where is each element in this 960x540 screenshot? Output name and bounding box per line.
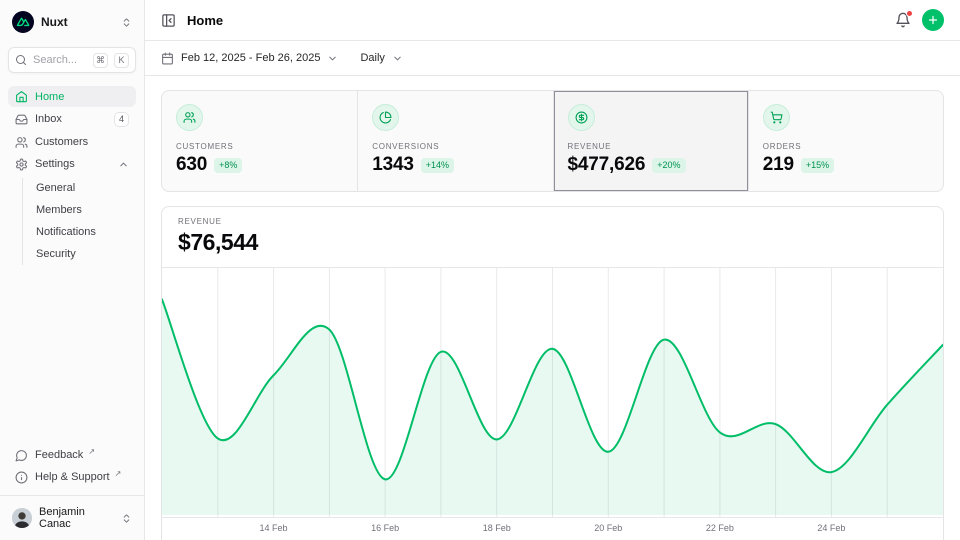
interval-value: Daily: [360, 52, 384, 64]
chevron-up-icon: [118, 159, 129, 170]
stat-delta-badge: +14%: [421, 158, 454, 173]
date-range-picker[interactable]: Feb 12, 2025 - Feb 26, 2025: [161, 52, 338, 65]
sidebar-spacer: [8, 265, 136, 444]
stat-label: ORDERS: [763, 142, 929, 151]
settings-subnav: General Members Notifications Security: [22, 178, 136, 265]
chart-x-axis: 14 Feb 16 Feb 18 Feb 20 Feb 22 Feb 24 Feb: [162, 517, 943, 540]
chart-metric-label: REVENUE: [178, 217, 927, 226]
stat-value: $477,626: [568, 154, 646, 176]
sidebar-subitem-label: General: [36, 182, 75, 194]
user-menu[interactable]: Benjamin Canac: [8, 503, 136, 532]
x-axis-label: 18 Feb: [483, 523, 511, 533]
filter-bar: Feb 12, 2025 - Feb 26, 2025 Daily: [145, 41, 960, 76]
date-range-value: Feb 12, 2025 - Feb 26, 2025: [181, 52, 320, 64]
stat-card-conversions[interactable]: CONVERSIONS 1343 +14%: [357, 91, 552, 191]
collapse-sidebar-button[interactable]: [161, 13, 176, 28]
sidebar-subitem-label: Members: [36, 204, 82, 216]
workspace-switcher[interactable]: Nuxt: [8, 8, 136, 36]
sidebar-item-label: Customers: [35, 136, 88, 148]
feedback-link[interactable]: Feedback ↗: [8, 444, 136, 466]
x-axis-label: 22 Feb: [706, 523, 734, 533]
top-header: Home: [145, 0, 960, 41]
kbd-cmd: ⌘: [93, 53, 108, 68]
stat-card-customers[interactable]: CUSTOMERS 630 +8%: [162, 91, 357, 191]
sidebar-item-home[interactable]: Home: [8, 86, 136, 107]
stat-delta-badge: +8%: [214, 158, 242, 173]
external-link-icon: ↗: [115, 470, 122, 478]
chart-header: REVENUE $76,544: [162, 207, 943, 268]
add-button[interactable]: [922, 9, 944, 31]
help-support-label: Help & Support: [35, 471, 110, 483]
chevrons-up-down-icon: [121, 17, 132, 28]
info-icon: [15, 471, 28, 484]
stat-label: CUSTOMERS: [176, 142, 343, 151]
revenue-area-chart[interactable]: [162, 268, 943, 517]
interval-select[interactable]: Daily: [360, 52, 402, 64]
stat-value: 630: [176, 154, 207, 176]
notifications-button[interactable]: [895, 12, 911, 28]
stat-label: REVENUE: [568, 142, 734, 151]
calendar-icon: [161, 52, 174, 65]
main-area: Home Feb 12, 2025 - Feb 26, 2025 Daily: [145, 0, 960, 540]
gear-icon: [15, 158, 28, 171]
users-icon: [176, 104, 203, 131]
cart-icon: [763, 104, 790, 131]
sidebar-item-label: Settings: [35, 158, 75, 170]
home-icon: [15, 90, 28, 103]
chart-metric-value: $76,544: [178, 229, 927, 256]
stat-card-orders[interactable]: ORDERS 219 +15%: [748, 91, 943, 191]
stat-value: 1343: [372, 154, 414, 176]
sidebar-item-general[interactable]: General: [23, 178, 136, 199]
user-name: Benjamin Canac: [39, 506, 114, 530]
sidebar-subitem-label: Notifications: [36, 226, 96, 238]
sidebar-subitem-label: Security: [36, 248, 76, 260]
sidebar-nav: Home Inbox 4 Customers Settings Ge: [8, 86, 136, 265]
stat-label: CONVERSIONS: [372, 142, 538, 151]
search-input[interactable]: Search... ⌘ K: [8, 47, 136, 73]
sidebar-divider: [0, 495, 144, 496]
workspace-name: Nuxt: [41, 15, 114, 29]
sidebar-item-members[interactable]: Members: [23, 200, 136, 221]
sidebar-item-customers[interactable]: Customers: [8, 132, 136, 153]
sidebar-item-inbox[interactable]: Inbox 4: [8, 108, 136, 131]
sidebar-item-settings[interactable]: Settings: [8, 154, 136, 175]
inbox-icon: [15, 113, 28, 126]
stat-delta-badge: +20%: [652, 158, 685, 173]
dollar-circle-icon: [568, 104, 595, 131]
page-title: Home: [187, 13, 223, 28]
kbd-k: K: [114, 53, 129, 68]
x-axis-label: 24 Feb: [817, 523, 845, 533]
x-axis-label: 20 Feb: [594, 523, 622, 533]
sidebar-item-security[interactable]: Security: [23, 244, 136, 265]
stat-delta-badge: +15%: [801, 158, 834, 173]
sidebar-item-label: Inbox: [35, 113, 62, 125]
feedback-label: Feedback: [35, 449, 83, 461]
stat-value: 219: [763, 154, 794, 176]
chevron-down-icon: [327, 53, 338, 64]
external-link-icon: ↗: [88, 448, 95, 456]
sidebar-item-notifications[interactable]: Notifications: [23, 222, 136, 243]
chevrons-up-down-icon: [121, 513, 132, 524]
inbox-count-badge: 4: [114, 112, 129, 127]
revenue-chart-card: REVENUE $76,544 14 Feb 16 Feb 18 Feb 20 Feb…: [161, 206, 944, 540]
search-placeholder: Search...: [33, 54, 87, 66]
x-axis-label: 16 Feb: [371, 523, 399, 533]
users-icon: [15, 136, 28, 149]
chat-bubble-icon: [15, 449, 28, 462]
stat-card-revenue[interactable]: REVENUE $477,626 +20%: [553, 91, 748, 191]
sidebar-item-label: Home: [35, 91, 64, 103]
sidebar: Nuxt Search... ⌘ K Home Inbox 4: [0, 0, 145, 540]
nuxt-logo-icon: [12, 11, 34, 33]
search-icon: [15, 54, 27, 66]
notification-dot: [906, 10, 913, 17]
chevron-down-icon: [392, 53, 403, 64]
page-content: CUSTOMERS 630 +8% CONVERSIONS 1343 +14%: [145, 76, 960, 540]
help-support-link[interactable]: Help & Support ↗: [8, 466, 136, 488]
pie-chart-icon: [372, 104, 399, 131]
avatar: [12, 508, 32, 528]
x-axis-label: 14 Feb: [260, 523, 288, 533]
stats-row: CUSTOMERS 630 +8% CONVERSIONS 1343 +14%: [161, 90, 944, 192]
